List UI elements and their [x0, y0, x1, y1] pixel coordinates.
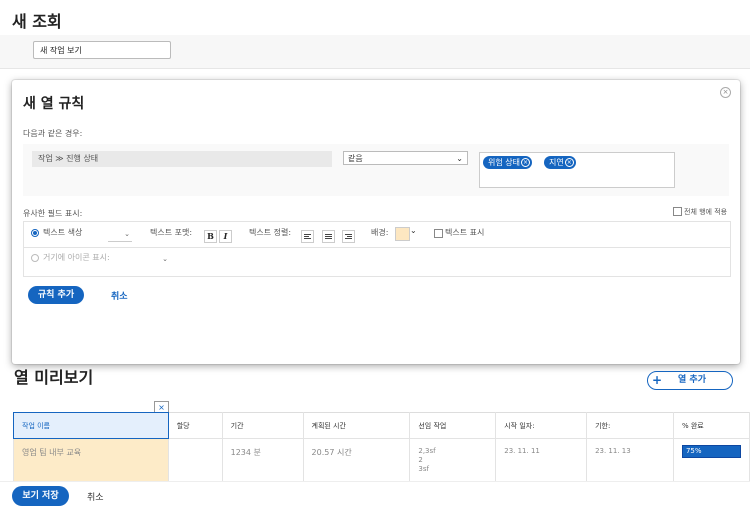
- column-header[interactable]: 기간: [221, 412, 304, 439]
- column-header[interactable]: 작업 이름: [13, 412, 169, 439]
- page-title: 새 조회: [12, 12, 62, 31]
- chevron-down-icon[interactable]: ⌄: [410, 226, 417, 235]
- percent-bar: 75%: [681, 445, 741, 458]
- footer-bar: 보기 저장 취소: [0, 481, 750, 532]
- format-box: 텍스트 색상 ⌄ 텍스트 포맷: B I 텍스트 정렬: 배경: ⌄ 텍스트 표…: [23, 221, 731, 277]
- save-view-button[interactable]: 보기 저장: [12, 486, 69, 506]
- predecessor-item: 2,3sf: [418, 447, 436, 455]
- text-color-select[interactable]: ⌄: [108, 229, 132, 242]
- footer-cancel-button[interactable]: 취소: [87, 490, 104, 503]
- predecessor-item: 3sf: [418, 465, 429, 473]
- apply-all-checkbox[interactable]: [673, 207, 682, 216]
- value-chip-label: 지연: [549, 158, 564, 167]
- modal-cancel-button[interactable]: 취소: [111, 289, 128, 302]
- condition-label: 다음과 같은 경우:: [23, 129, 83, 138]
- show-text-checkbox[interactable]: [434, 229, 443, 238]
- modal-title: 새 열 규칙: [23, 96, 85, 112]
- add-column-label: 열 추가: [678, 375, 706, 385]
- value-chip[interactable]: 위험 상태 ×: [483, 156, 532, 169]
- new-column-rule-modal: 새 열 규칙 × 다음과 같은 경우: 작업 ≫ 진행 상태 같음 ⌄ 위험 상…: [12, 80, 740, 364]
- show-text-label: 텍스트 표시: [445, 228, 485, 237]
- value-chip-label: 위험 상태: [488, 158, 520, 167]
- align-left-button[interactable]: [301, 230, 314, 243]
- text-align-label: 텍스트 정렬:: [249, 228, 292, 237]
- predecessor-item: 2: [418, 456, 423, 464]
- text-color-radio[interactable]: [31, 229, 39, 237]
- table-header-row: 작업 이름 할당 기간 계획된 시간 선임 작업 시작 일자: 기한: % 완료: [13, 412, 750, 439]
- remove-chip-icon[interactable]: ×: [520, 158, 530, 167]
- text-format-label: 텍스트 포맷:: [150, 228, 193, 237]
- column-header[interactable]: 계획된 시간: [302, 412, 411, 439]
- remove-chip-icon[interactable]: ×: [564, 158, 574, 167]
- apply-all-label: 전체 행에 적용: [684, 208, 728, 216]
- format-row: 텍스트 색상 ⌄ 텍스트 포맷: B I 텍스트 정렬: 배경: ⌄ 텍스트 표…: [24, 222, 730, 248]
- icon-label: 거기에 아이콘 표시:: [43, 253, 110, 262]
- align-center-button[interactable]: [322, 230, 335, 243]
- chevron-down-icon: ⌄: [162, 255, 168, 263]
- value-multiselect[interactable]: 위험 상태 × 지연 ×: [479, 152, 675, 188]
- field-select[interactable]: 작업 ≫ 진행 상태: [32, 151, 332, 167]
- column-header[interactable]: 선임 작업: [409, 412, 497, 439]
- format-label: 유사한 필드 표시:: [23, 209, 83, 218]
- align-right-button[interactable]: [342, 230, 355, 243]
- chevron-down-icon: ⌄: [456, 154, 463, 163]
- value-chip[interactable]: 지연 ×: [544, 156, 576, 169]
- icon-select[interactable]: ⌄: [146, 254, 170, 266]
- preview-table: 작업 이름 할당 기간 계획된 시간 선임 작업 시작 일자: 기한: % 완료…: [13, 412, 750, 491]
- background-color-swatch[interactable]: [395, 227, 410, 241]
- italic-button[interactable]: I: [219, 230, 232, 243]
- column-header[interactable]: 할당: [167, 412, 223, 439]
- chevron-down-icon: ⌄: [124, 230, 130, 238]
- operator-value: 같음: [348, 154, 363, 163]
- add-rule-button[interactable]: 규칙 추가: [28, 286, 84, 304]
- column-header[interactable]: 기한:: [586, 412, 674, 439]
- bold-button[interactable]: B: [204, 230, 217, 243]
- condition-box: 작업 ≫ 진행 상태 같음 ⌄ 위험 상태 × 지연 ×: [23, 144, 729, 196]
- view-name-input[interactable]: [33, 41, 171, 59]
- apply-all-toggle[interactable]: 전체 행에 적용: [673, 207, 743, 217]
- column-header[interactable]: % 완료: [672, 412, 750, 439]
- column-header[interactable]: 시작 일자:: [495, 412, 588, 439]
- text-color-label: 텍스트 색상: [43, 228, 83, 237]
- close-icon[interactable]: ×: [720, 87, 731, 98]
- add-column-button[interactable]: + 열 추가: [647, 371, 733, 390]
- icon-radio[interactable]: [31, 254, 39, 262]
- background-label: 배경:: [371, 228, 389, 237]
- operator-select[interactable]: 같음 ⌄: [343, 151, 468, 165]
- preview-title: 열 미리보기: [14, 368, 94, 387]
- plus-icon: +: [652, 373, 663, 387]
